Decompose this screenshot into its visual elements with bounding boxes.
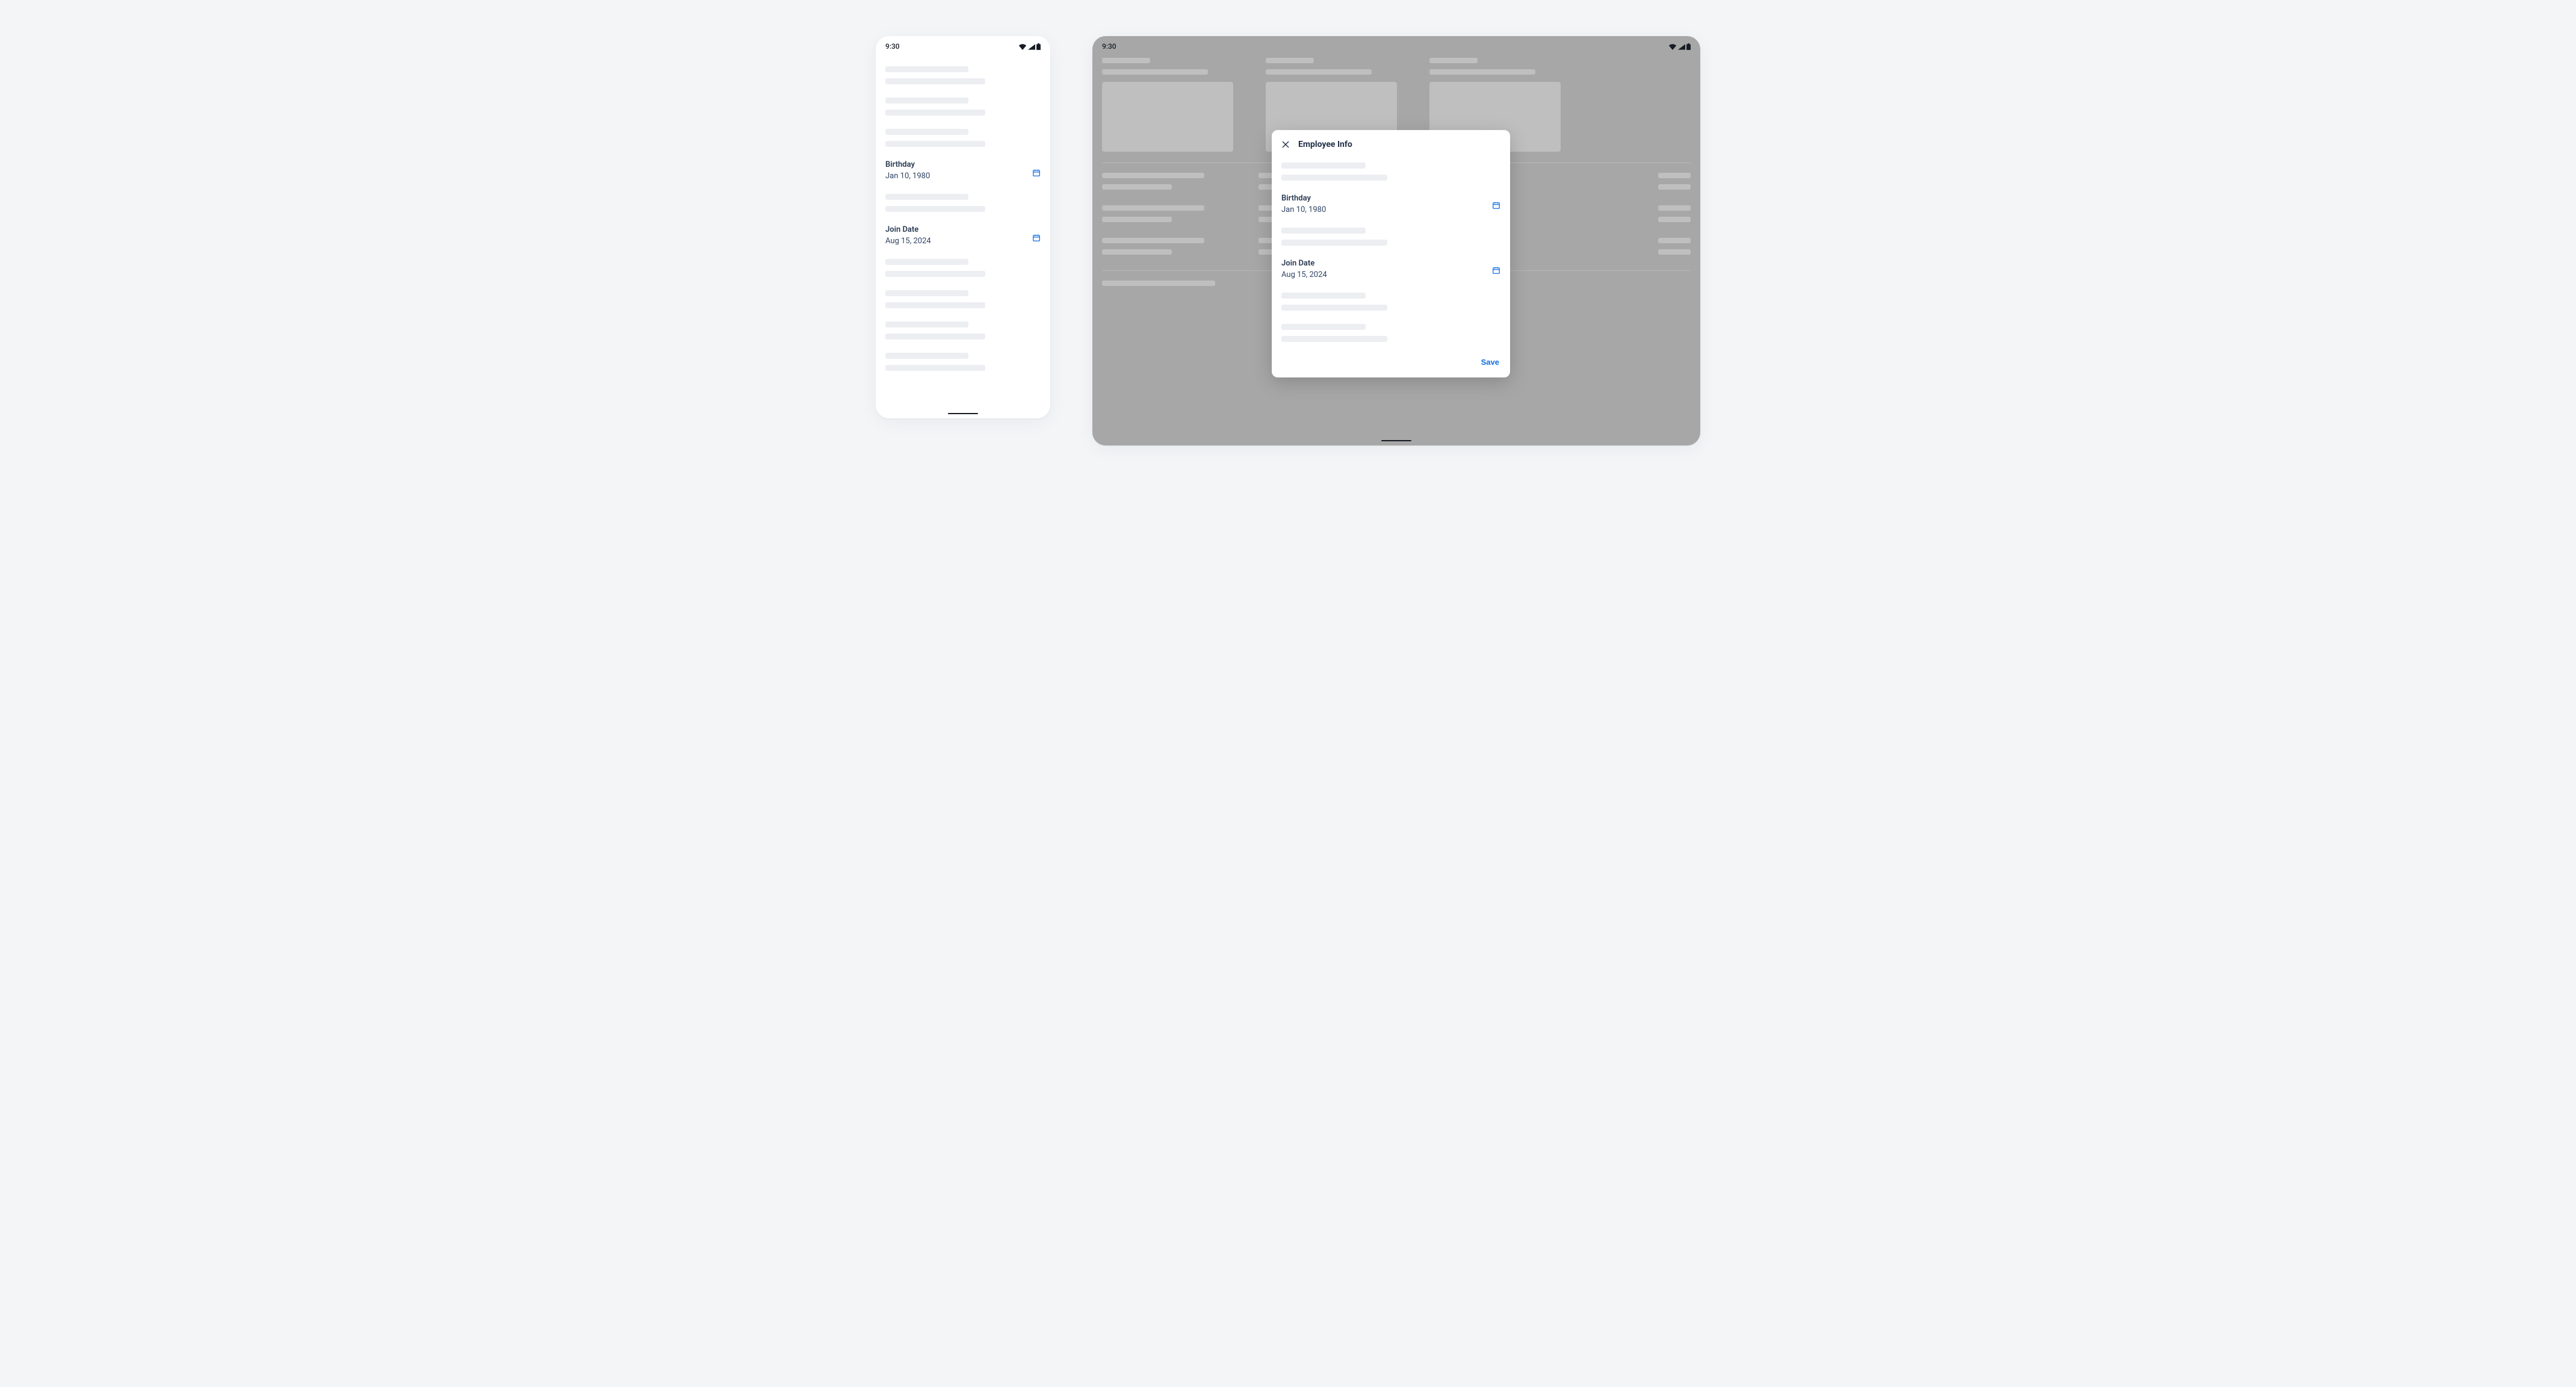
calendar-icon [1492,266,1500,275]
skeleton-group [1281,293,1500,311]
joindate-label: Join Date [885,225,931,234]
dialog-birthday-calendar-button[interactable] [1492,201,1500,209]
dialog-joindate-calendar-button[interactable] [1492,266,1500,275]
birthday-field: Birthday Jan 10, 1980 [885,160,1041,181]
dialog-joindate-label: Join Date [1281,259,1327,268]
skeleton-group [885,66,1041,84]
phone-frame: 9:30 Birthday Jan 10, 1980 Join Date Aug… [876,36,1050,418]
skeleton-group [885,98,1041,116]
tablet-frame: 9:30 [1092,36,1700,445]
skeleton-group [885,259,1041,277]
dialog-footer: Save [1281,355,1500,369]
signal-icon [1028,44,1035,50]
battery-icon [1686,43,1691,50]
nav-handle [1381,440,1411,442]
dialog-birthday-field: Birthday Jan 10, 1980 [1281,194,1500,214]
skeleton-group [885,353,1041,371]
status-icons [1018,43,1041,50]
skeleton-group [1281,324,1500,342]
signal-icon [1678,44,1685,50]
skeleton-group [885,290,1041,308]
calendar-icon [1032,234,1041,242]
calendar-icon [1032,169,1041,177]
skeleton-group [885,129,1041,147]
employee-info-dialog: Employee Info Birthday Jan 10, 1980 Join… [1272,130,1510,377]
phone-content: Birthday Jan 10, 1980 Join Date Aug 15, … [876,53,1050,402]
status-time: 9:30 [885,42,900,51]
skeleton-group [885,194,1041,212]
dialog-joindate-value: Aug 15, 2024 [1281,270,1327,279]
skeleton-group [885,321,1041,340]
dialog-close-button[interactable] [1281,140,1290,149]
save-button[interactable]: Save [1480,355,1500,369]
skeleton-group [1281,163,1500,181]
birthday-calendar-button[interactable] [1032,169,1041,177]
dialog-header: Employee Info [1281,140,1500,149]
wifi-icon [1018,44,1027,50]
dialog-birthday-value: Jan 10, 1980 [1281,205,1326,214]
joindate-calendar-button[interactable] [1032,234,1041,242]
phone-statusbar: 9:30 [876,36,1050,53]
tablet-statusbar: 9:30 [1092,36,1700,53]
status-time: 9:30 [1102,42,1116,51]
wifi-icon [1668,44,1677,50]
dialog-birthday-label: Birthday [1281,194,1326,203]
calendar-icon [1492,201,1500,209]
dialog-title: Employee Info [1298,140,1352,149]
joindate-value: Aug 15, 2024 [885,237,931,246]
joindate-field: Join Date Aug 15, 2024 [885,225,1041,246]
status-icons [1668,43,1691,50]
skeleton-group [1281,228,1500,246]
birthday-label: Birthday [885,160,930,169]
battery-icon [1036,43,1041,50]
birthday-value: Jan 10, 1980 [885,172,930,181]
tablet-canvas: Employee Info Birthday Jan 10, 1980 Join… [1092,53,1700,442]
close-icon [1281,140,1290,149]
nav-handle [948,413,978,415]
dialog-joindate-field: Join Date Aug 15, 2024 [1281,259,1500,279]
